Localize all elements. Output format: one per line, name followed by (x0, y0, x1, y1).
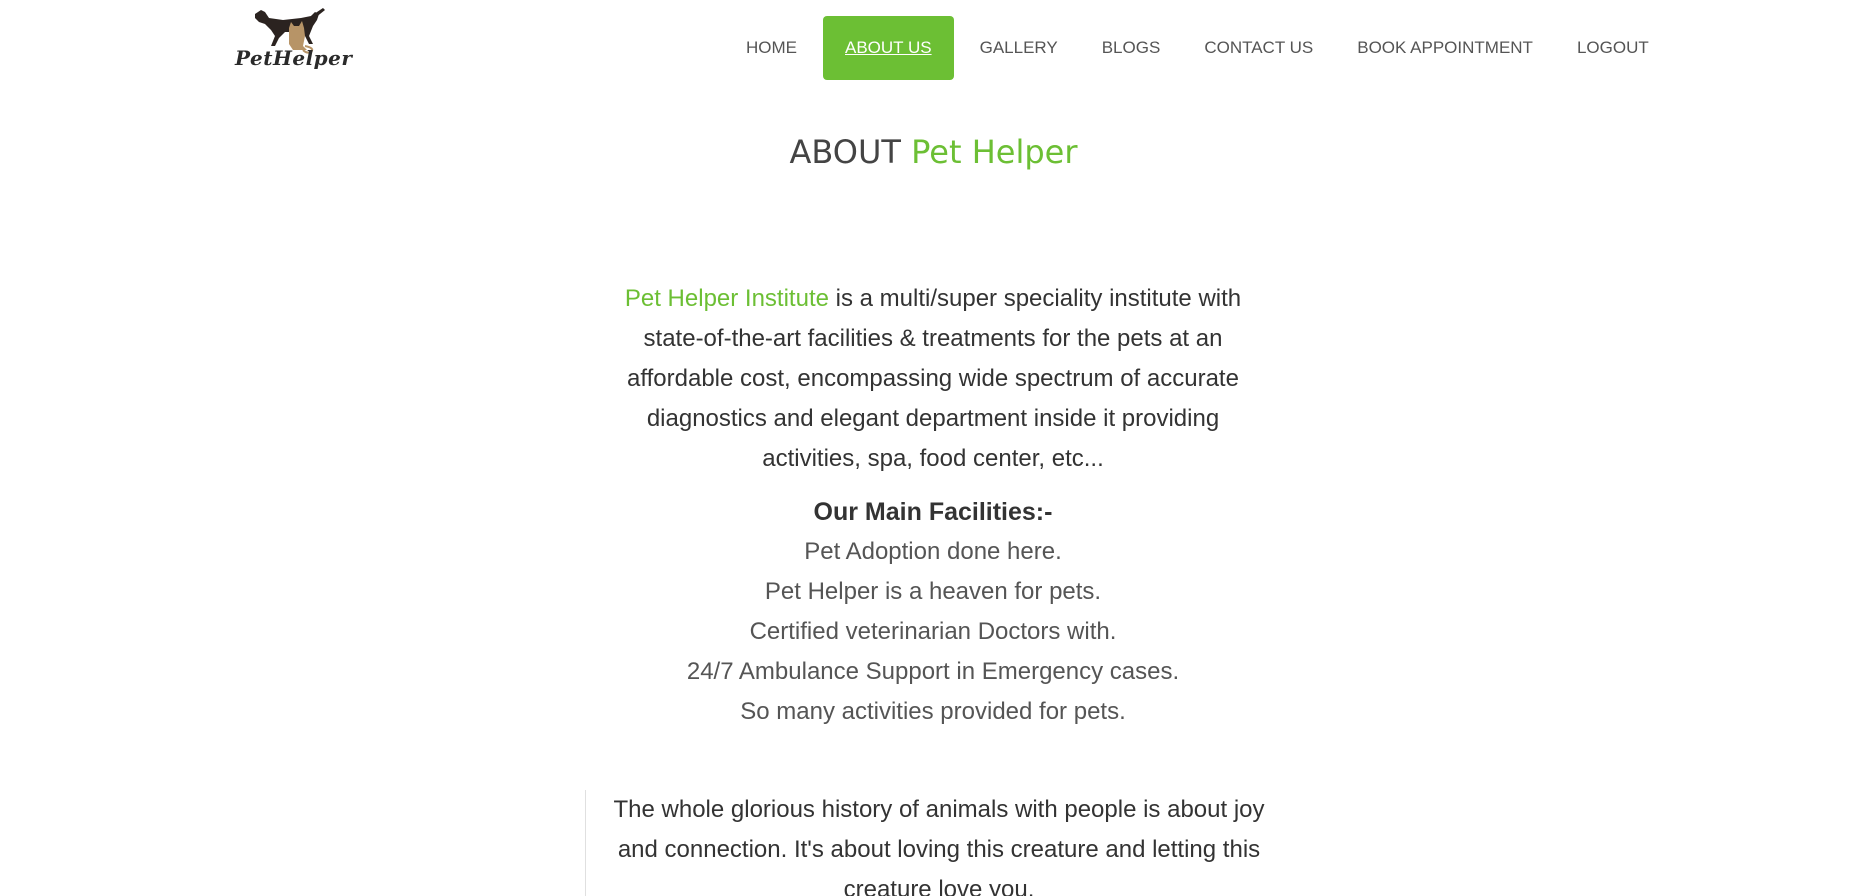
page-title-accent: Pet Helper (911, 133, 1078, 171)
intro-institute-name: Pet Helper Institute (624, 285, 829, 312)
quote-text: The whole glorious history of animals wi… (613, 796, 1265, 896)
page-title-prefix: ABOUT (789, 133, 901, 171)
quote-block: The whole glorious history of animals wi… (585, 790, 1277, 896)
nav-logout[interactable]: LOGOUT (1555, 16, 1671, 80)
intro-text: is a multi/super speciality institute wi… (627, 285, 1242, 472)
facility-item: Certified veterinarian Doctors with. (749, 618, 1117, 645)
facility-item: 24/7 Ambulance Support in Emergency case… (686, 658, 1180, 685)
logo[interactable]: PetHelper (235, 6, 352, 72)
nav-blogs[interactable]: BLOGS (1080, 16, 1183, 80)
facilities-heading: Our Main Facilities:- (813, 498, 1053, 526)
nav-gallery[interactable]: GALLERY (958, 16, 1080, 80)
nav-book-appointment[interactable]: BOOK APPOINTMENT (1335, 16, 1555, 80)
site-header: PetHelper HOME ABOUT US GALLERY BLOGS CO… (0, 0, 1867, 96)
nav-about-us[interactable]: ABOUT US (823, 16, 954, 80)
intro-paragraph: Pet Helper Institute is a multi/super sp… (600, 279, 1266, 479)
facility-item: Pet Helper is a heaven for pets. (764, 578, 1102, 605)
facility-item: So many activities provided for pets. (740, 698, 1126, 725)
nav-contact-us[interactable]: CONTACT US (1182, 16, 1335, 80)
facility-item: Pet Adoption done here. (804, 538, 1062, 565)
page: PetHelper HOME ABOUT US GALLERY BLOGS CO… (0, 0, 1867, 896)
facilities-section: Our Main Facilities:- Pet Adoption done … (600, 492, 1266, 732)
logo-text: PetHelper (235, 46, 353, 70)
main-nav: HOME ABOUT US GALLERY BLOGS CONTACT US B… (724, 16, 1671, 80)
page-title: ABOUT Pet Helper (0, 133, 1867, 171)
nav-home[interactable]: HOME (724, 16, 819, 80)
